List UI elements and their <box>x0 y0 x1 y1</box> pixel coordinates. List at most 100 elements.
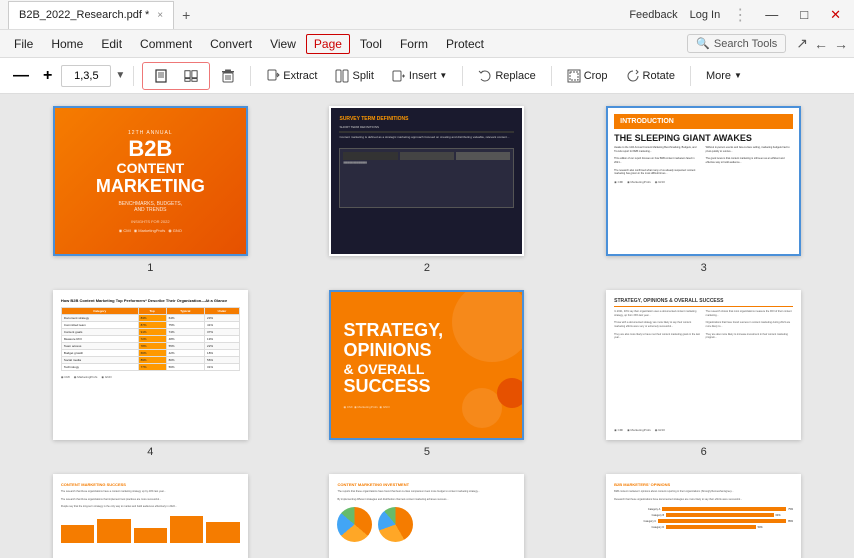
page-thumb-6[interactable]: STRATEGY, OPINIONS & OVERALL SUCCESS In … <box>606 290 801 458</box>
page5-logos: ◉ CMI ◉ MarketingProfs ◉ GNO <box>343 405 389 409</box>
menu-home[interactable]: Home <box>43 34 91 54</box>
page-thumb-2[interactable]: SURVEY TERM DEFINITIONS SHORT TERM DEFIN… <box>329 106 524 274</box>
page-preview-4[interactable]: How B2B Content Marketing Top Performers… <box>53 290 248 440</box>
zoom-in-button[interactable]: + <box>38 65 57 87</box>
tab-label: B2B_2022_Research.pdf * <box>19 9 149 21</box>
page3-logos: ◉ CMI ◉ MarketingProfs ◉ GNO <box>614 180 793 184</box>
page7-title: CONTENT MARKETING SUCCESS <box>61 482 240 487</box>
separator-4 <box>551 66 552 86</box>
page-thumb-8[interactable]: CONTENT MARKETING INVESTMENT The reports… <box>329 474 524 558</box>
page-preview-6[interactable]: STRATEGY, OPINIONS & OVERALL SUCCESS In … <box>606 290 801 440</box>
crop-icon <box>567 69 581 83</box>
menu-form[interactable]: Form <box>392 34 436 54</box>
separator-1 <box>133 66 134 86</box>
main-content: 12TH ANNUAL B2B CONTENT MARKETING BENCHM… <box>0 94 854 558</box>
single-page-icon <box>154 69 168 83</box>
navigate-back-icon[interactable]: ← <box>814 36 828 52</box>
menu-page[interactable]: Page <box>306 34 350 54</box>
page8-chart <box>337 507 516 542</box>
zoom-input[interactable] <box>61 65 111 87</box>
page-preview-9[interactable]: B2B MARKETERS' OPINIONS B2B content mark… <box>606 474 801 558</box>
navigate-forward-icon[interactable]: → <box>834 36 848 52</box>
login-button[interactable]: Log In <box>690 9 721 21</box>
page5-line3: & OVERALL <box>343 361 424 377</box>
external-link-icon[interactable]: ↗ <box>796 35 808 52</box>
page-content-5: STRATEGY, OPINIONS & OVERALL SUCCESS ◉ C… <box>331 292 522 438</box>
replace-button[interactable]: Replace <box>471 65 542 87</box>
page-preview-3[interactable]: INTRODUCTION THE SLEEPING GIANT AWAKES A… <box>606 106 801 256</box>
page9-title: B2B MARKETERS' OPINIONS <box>614 482 793 487</box>
page-thumb-4[interactable]: How B2B Content Marketing Top Performers… <box>53 290 248 458</box>
menu-edit[interactable]: Edit <box>93 34 130 54</box>
split-label: Split <box>352 70 373 82</box>
page-view-multi-button[interactable] <box>177 65 205 87</box>
page-content-3: INTRODUCTION THE SLEEPING GIANT AWAKES A… <box>608 108 799 254</box>
page-preview-5[interactable]: STRATEGY, OPINIONS & OVERALL SUCCESS ◉ C… <box>329 290 524 440</box>
page-content-2: SURVEY TERM DEFINITIONS SHORT TERM DEFIN… <box>331 108 522 254</box>
page-preview-1[interactable]: 12TH ANNUAL B2B CONTENT MARKETING BENCHM… <box>53 106 248 256</box>
split-button[interactable]: Split <box>328 65 380 87</box>
page-preview-7[interactable]: CONTENT MARKETING SUCCESS The research t… <box>53 474 248 558</box>
page-view-single-button[interactable] <box>147 65 175 87</box>
menu-convert[interactable]: Convert <box>202 34 260 54</box>
rotate-icon <box>626 69 640 83</box>
page-number-6: 6 <box>701 446 707 458</box>
titlebar: B2B_2022_Research.pdf * × + Feedback Log… <box>0 0 854 30</box>
page-preview-2[interactable]: SURVEY TERM DEFINITIONS SHORT TERM DEFIN… <box>329 106 524 256</box>
page-content-8: CONTENT MARKETING INVESTMENT The reports… <box>331 476 522 558</box>
search-tools-label: Search Tools <box>714 38 777 50</box>
more-button[interactable]: More ▼ <box>699 66 749 86</box>
feedback-link[interactable]: Feedback <box>629 9 677 21</box>
page-thumb-3[interactable]: INTRODUCTION THE SLEEPING GIANT AWAKES A… <box>606 106 801 274</box>
minimize-button[interactable]: — <box>760 5 783 24</box>
new-tab-button[interactable]: + <box>174 3 198 27</box>
zoom-dropdown-arrow[interactable]: ▼ <box>115 70 125 81</box>
page3-body: Awake to the 12th Annual Content Marketi… <box>614 146 793 176</box>
page9-chart: Category A 75% Category B 60% Category C <box>614 507 793 529</box>
tab-close-button[interactable]: × <box>157 10 163 21</box>
page-thumb-7[interactable]: CONTENT MARKETING SUCCESS The research t… <box>53 474 248 558</box>
titlebar-left: B2B_2022_Research.pdf * × + <box>8 1 198 29</box>
insert-button[interactable]: Insert ▼ <box>385 65 454 87</box>
delete-page-button[interactable] <box>214 65 242 87</box>
insert-label: Insert <box>409 70 437 82</box>
menu-view[interactable]: View <box>262 34 304 54</box>
crop-button[interactable]: Crop <box>560 65 615 87</box>
active-tab[interactable]: B2B_2022_Research.pdf * × <box>8 1 174 29</box>
split-icon <box>335 69 349 83</box>
more-label: More <box>706 70 731 82</box>
page1-sub: BENCHMARKS, BUDGETS,AND TRENDS <box>119 201 183 213</box>
menu-comment[interactable]: Comment <box>132 34 200 54</box>
page-group-icons <box>142 62 210 90</box>
search-icon: 🔍 <box>696 37 710 50</box>
page1-b2b: B2B <box>128 138 172 160</box>
menu-tool[interactable]: Tool <box>352 34 390 54</box>
menu-protect[interactable]: Protect <box>438 34 492 54</box>
separator-3 <box>462 66 463 86</box>
page5-line4: SUCCESS <box>343 377 430 397</box>
menu-file[interactable]: File <box>6 34 41 54</box>
search-tools-input[interactable]: 🔍 Search Tools <box>687 34 786 53</box>
zoom-out-button[interactable]: — <box>8 65 34 87</box>
page-thumb-1[interactable]: 12TH ANNUAL B2B CONTENT MARKETING BENCHM… <box>53 106 248 274</box>
page1-annual: 12TH ANNUAL <box>128 130 173 136</box>
page-number-2: 2 <box>424 262 430 274</box>
menu-dots-icon[interactable]: ⋮ <box>732 5 748 25</box>
maximize-button[interactable]: □ <box>795 5 813 24</box>
toolbar: — + ▼ <box>0 58 854 94</box>
page-number-3: 3 <box>701 262 707 274</box>
extract-button[interactable]: Extract <box>259 65 324 87</box>
close-button[interactable]: ✕ <box>825 5 846 25</box>
page4-logos: ◉ CMI ◉ MarketingProfs ◉ GNO <box>61 375 240 379</box>
page-number-1: 1 <box>147 262 153 274</box>
page-thumb-5[interactable]: STRATEGY, OPINIONS & OVERALL SUCCESS ◉ C… <box>329 290 524 458</box>
rotate-button[interactable]: Rotate <box>619 65 682 87</box>
page-content-4: How B2B Content Marketing Top Performers… <box>55 292 246 438</box>
page3-intro: INTRODUCTION <box>614 114 793 129</box>
page2-title: SURVEY TERM DEFINITIONS <box>339 116 514 122</box>
page-content-9: B2B MARKETERS' OPINIONS B2B content mark… <box>608 476 799 558</box>
page-thumb-9[interactable]: B2B MARKETERS' OPINIONS B2B content mark… <box>606 474 801 558</box>
page-preview-8[interactable]: CONTENT MARKETING INVESTMENT The reports… <box>329 474 524 558</box>
page3-title: THE SLEEPING GIANT AWAKES <box>614 133 793 143</box>
insert-dropdown-arrow[interactable]: ▼ <box>439 71 447 80</box>
